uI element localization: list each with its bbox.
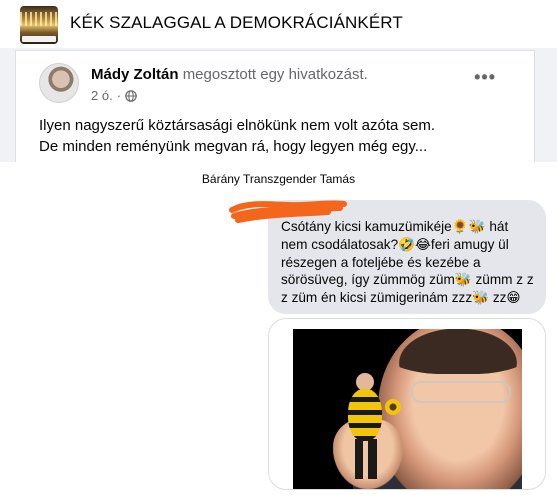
- author-name[interactable]: Mády Zoltán: [91, 66, 179, 83]
- author-line: Mády Zoltán megosztott egy hivatkozást.: [91, 66, 368, 83]
- author-avatar[interactable]: [39, 63, 79, 103]
- group-header: KÉK SZALAGGAL A DEMOKRÁCIÁNKÉRT: [0, 0, 557, 48]
- photo-glasses: [411, 381, 511, 403]
- message-image-attachment[interactable]: [268, 318, 546, 490]
- group-avatar-caption: [22, 36, 56, 42]
- bee-costume-legs: [355, 439, 377, 479]
- post-text-line-1: Ilyen nagyszerű köztársasági elnökünk ne…: [39, 117, 436, 134]
- globe-icon[interactable]: [125, 89, 137, 102]
- bee-costume-body: [348, 389, 382, 441]
- more-options-button[interactable]: •••: [474, 67, 496, 88]
- redaction-scribble: [229, 200, 347, 223]
- meta-separator: ·: [116, 88, 122, 103]
- post-time[interactable]: 2 ó.: [91, 88, 113, 103]
- post-card: Mády Zoltán megosztott egy hivatkozást. …: [15, 50, 535, 162]
- post-text-line-2: De minden reményünk megvan rá, hogy legy…: [39, 138, 428, 155]
- attachment-photo: [293, 329, 522, 489]
- author-action: megosztott egy hivatkozást.: [182, 66, 368, 83]
- group-avatar[interactable]: [20, 6, 58, 44]
- photo-hair: [383, 329, 522, 374]
- group-avatar-lights: [20, 12, 58, 26]
- post-meta: 2 ó. ·: [91, 88, 137, 103]
- sunflower-prop: [385, 399, 401, 415]
- message-text: Csótány kicsi kamuzümikéje🌻🐝 hát nem cso…: [281, 219, 538, 306]
- post-text: Ilyen nagyszerű köztársasági elnökünk ne…: [39, 115, 435, 157]
- chat-contact-name[interactable]: Bárány Transzgender Tamás: [0, 172, 557, 186]
- group-title[interactable]: KÉK SZALAGGAL A DEMOKRÁCIÁNKÉRT: [70, 13, 403, 33]
